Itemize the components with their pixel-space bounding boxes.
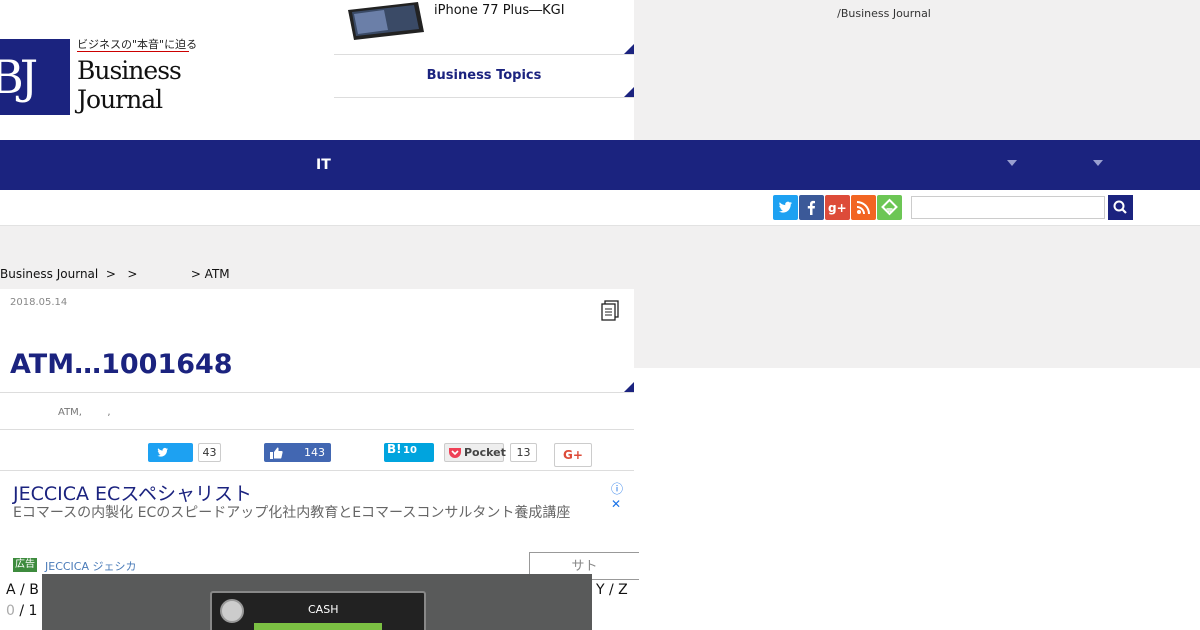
like-button[interactable]: 143 — [264, 443, 331, 462]
main-nav: IT — [0, 140, 1200, 190]
ad-description: Eコマースの内製化 ECのスピードアップ化社内教育とEコマースコンサルタント養成… — [13, 505, 571, 521]
header-ad-area — [634, 0, 1200, 140]
twitter-icon — [157, 447, 168, 457]
nav-item-it[interactable]: IT — [316, 157, 331, 173]
article-tags[interactable]: ATM, , — [58, 407, 111, 418]
ad-block[interactable]: JECCICA ECスペシャリスト ⓘ ✕ Eコマースの内製化 ECのスピードア… — [0, 471, 639, 581]
article-header: 2018.05.14 ATM…1001648 — [0, 289, 634, 393]
hatena-icon: B! — [387, 442, 402, 456]
gplus-button[interactable]: G+ — [554, 443, 592, 467]
atm-photo: CASH — [42, 574, 592, 630]
feedly-icon[interactable] — [877, 195, 902, 220]
pocket-button[interactable]: Pocket — [444, 443, 506, 462]
thumbs-up-icon — [270, 447, 283, 459]
top-news-list: iPhone 77 Plus―KGI Business Topics — [334, 0, 634, 98]
share-bar: 43 143 B! 10 Pocket 13 G+ — [0, 429, 634, 471]
like-count: 143 — [304, 446, 325, 459]
corner-triangle — [624, 87, 634, 97]
article-date: 2018.05.14 — [10, 297, 68, 308]
site-logo[interactable]: BJ ビジネスの"本音"に迫る Business Journal — [0, 36, 200, 120]
logo-catchphrase: ビジネスの"本音"に迫る — [77, 38, 198, 51]
ad-title[interactable]: JECCICA ECスペシャリスト — [13, 479, 252, 506]
svg-text:g+: g+ — [828, 201, 847, 215]
chevron-down-icon[interactable] — [1007, 160, 1017, 166]
page-current: 0 — [6, 603, 15, 619]
ad-advertiser[interactable]: JECCICA ジェシカ — [45, 558, 137, 574]
print-icon[interactable] — [600, 300, 620, 322]
googleplus-icon[interactable]: g+ — [825, 195, 850, 220]
business-topics-link: Business Topics — [426, 68, 542, 83]
corner-triangle — [624, 44, 634, 54]
toolbar: g+ — [0, 190, 1200, 226]
news-item[interactable]: iPhone 77 Plus―KGI — [334, 0, 634, 55]
page-indicator: 0 / 1 — [6, 603, 38, 619]
pocket-count: 13 — [510, 443, 537, 462]
hatena-count: 10 — [403, 445, 417, 456]
sidebar-gray — [634, 289, 1200, 368]
atm-screen-text: CASH — [308, 603, 339, 616]
logo-mark: BJ — [0, 39, 70, 115]
letter-pager-right[interactable]: Y / Z — [596, 582, 628, 598]
bank-logo-icon — [220, 599, 244, 623]
news-headline: iPhone 77 Plus―KGI — [434, 3, 565, 18]
twitter-icon[interactable] — [773, 195, 798, 220]
news-item[interactable]: Business Topics — [334, 55, 634, 98]
logo-text-journal: Journal — [77, 85, 163, 114]
tweet-count: 43 — [198, 443, 221, 462]
search-input[interactable] — [911, 196, 1105, 219]
logo-underline — [77, 51, 189, 52]
atm-screen: CASH — [210, 591, 426, 630]
ad-badge: 広告 — [13, 558, 37, 572]
chevron-down-icon[interactable] — [1093, 160, 1103, 166]
pocket-icon — [449, 448, 461, 458]
pocket-label: Pocket — [464, 446, 506, 459]
phone-thumbnail — [344, 0, 424, 40]
facebook-icon[interactable] — [799, 195, 824, 220]
page-total: 1 — [28, 603, 38, 619]
rss-icon[interactable] — [851, 195, 876, 220]
letter-pager-left[interactable]: A / B — [6, 582, 39, 598]
article-title: ATM…1001648 — [10, 349, 233, 380]
hatena-bookmark-button[interactable]: B! 10 — [384, 442, 434, 462]
logo-text-business: Business — [77, 56, 182, 85]
search-icon — [1113, 200, 1127, 214]
atm-screen-bar — [254, 623, 382, 630]
breadcrumb[interactable]: Business Journal > > > ATM — [0, 267, 230, 281]
corner-triangle — [624, 382, 634, 392]
search-button[interactable] — [1108, 195, 1133, 220]
tweet-button[interactable] — [148, 443, 193, 462]
